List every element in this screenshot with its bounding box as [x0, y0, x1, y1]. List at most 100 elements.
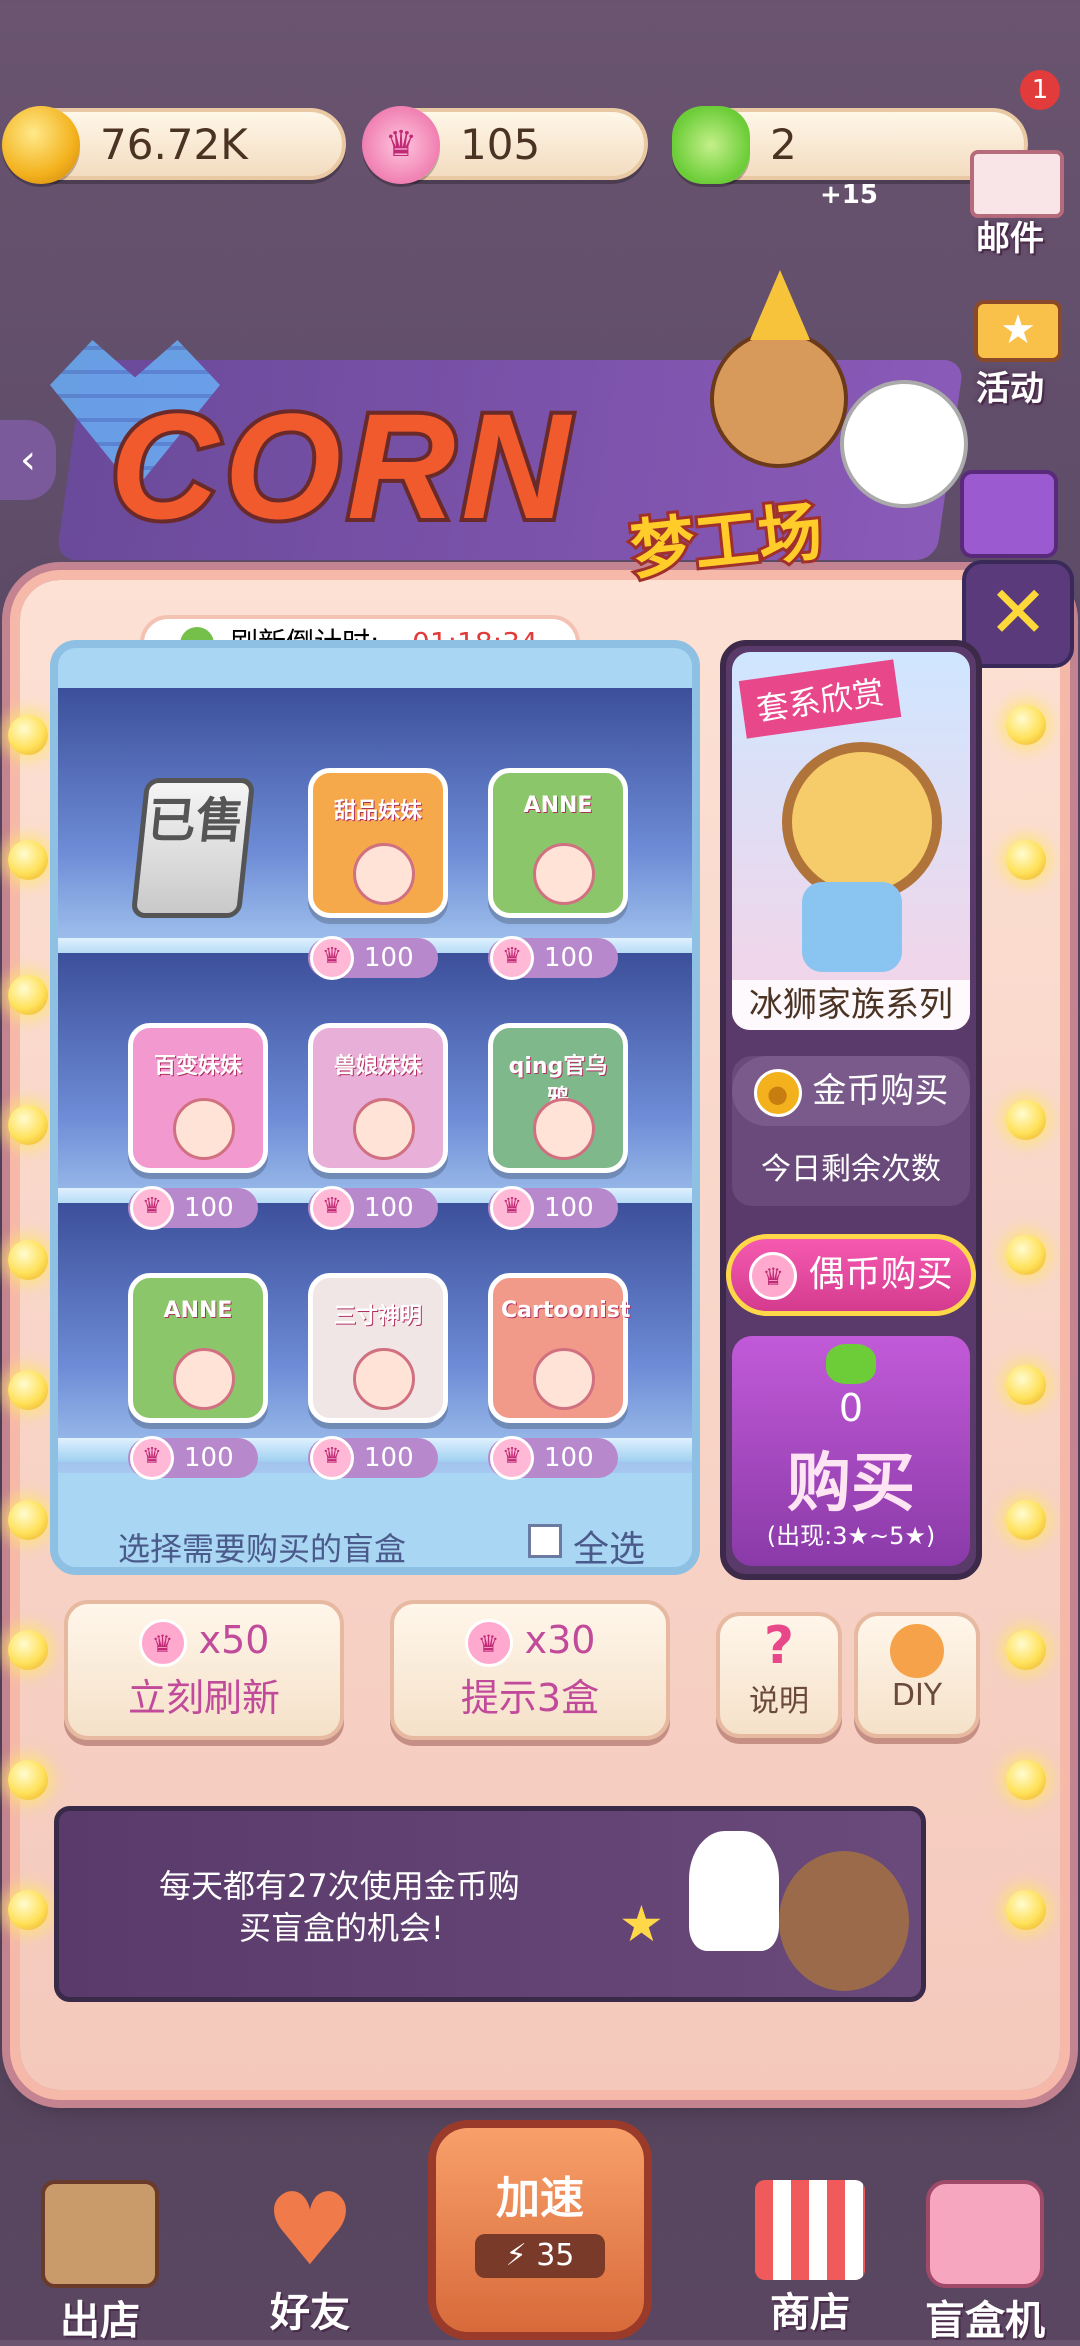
shop-out-label: 出店	[60, 2298, 140, 2344]
select-all-label[interactable]: 全选	[573, 1520, 645, 1567]
hint-three-boxes-button[interactable]: ♛ x30 提示3盒	[390, 1600, 670, 1740]
series-preview-card[interactable]: 套系欣赏 冰狮家族系列	[732, 652, 970, 1030]
select-all-checkbox[interactable]	[528, 1524, 562, 1558]
lion-doll-icon	[782, 742, 942, 902]
activity-button[interactable]: ★ 活动	[950, 300, 1070, 410]
energy-count: 35	[536, 2238, 575, 2273]
doll-coin-counter[interactable]: ♛ 105	[362, 106, 648, 184]
banner-text-line2: 买盲盒的机会!	[239, 1909, 444, 1947]
shop-out-button[interactable]: 出店	[20, 2180, 180, 2344]
blindbox-item[interactable]: qing官乌鸦	[488, 1023, 628, 1173]
gift-box-icon[interactable]	[960, 470, 1058, 558]
purchase-column: 套系欣赏 冰狮家族系列 ● 金币购买 今日剩余次数 ♛ 偶币购买 0 购买 (出…	[720, 640, 982, 1580]
light-bulb	[1006, 1365, 1046, 1405]
blindbox-machine-label: 盲盒机	[925, 2298, 1045, 2344]
doll-face-icon	[173, 1098, 235, 1160]
frog-gem-icon	[826, 1344, 876, 1384]
light-bulb	[8, 1240, 48, 1280]
speed-up-button[interactable]: 加速 ⚡ 35	[428, 2120, 652, 2340]
light-bulb	[1006, 1890, 1046, 1930]
crown-icon: ♛	[749, 1252, 798, 1300]
diy-button[interactable]: DIY	[854, 1612, 980, 1738]
crown-icon: ♛	[130, 1186, 174, 1230]
price-value: 100	[184, 1443, 234, 1473]
friends-button[interactable]: ♥ 好友	[230, 2171, 390, 2337]
star-icon: ★	[619, 1895, 664, 1953]
crown-icon: ♛	[490, 1186, 534, 1230]
refresh-now-button[interactable]: ♛ x50 立刻刷新	[64, 1600, 344, 1740]
store-label: 商店	[770, 2290, 850, 2336]
blindbox-item[interactable]: 百变妹妹	[128, 1023, 268, 1173]
corn-logo: CORN	[106, 378, 576, 554]
banner-text-line1: 每天都有27次使用金币购	[159, 1867, 520, 1905]
price-tag: ♛ 100	[488, 936, 618, 980]
crown-icon: ♛	[464, 1618, 513, 1667]
light-bulb	[1006, 1100, 1046, 1140]
price-tag: ♛ 100	[308, 936, 438, 980]
doll-face-icon	[533, 843, 595, 905]
crown-icon: ♛	[310, 936, 354, 980]
coin-value: 76.72K	[100, 120, 248, 169]
coin-buy-button[interactable]: ● 金币购买	[732, 1056, 970, 1126]
doll-face-icon	[533, 1348, 595, 1410]
crown-icon: ♛	[490, 936, 534, 980]
price-tag: ♛ 100	[308, 1186, 438, 1230]
envelope-icon	[970, 150, 1064, 218]
bear-magician-icon	[779, 1851, 909, 1991]
blindbox-label: 三寸神明	[333, 1304, 422, 1329]
blindbox-item[interactable]: Cartoonist	[488, 1273, 630, 1423]
light-bulb	[8, 1370, 48, 1410]
refresh-cost: x50	[198, 1618, 270, 1662]
close-button[interactable]: ✕	[962, 560, 1074, 668]
doll-face-icon	[533, 1098, 595, 1160]
diy-label: DIY	[891, 1678, 943, 1713]
dream-factory-title: 梦工场	[624, 492, 829, 592]
blindbox-item[interactable]: 兽娘妹妹	[308, 1023, 448, 1173]
party-hat-icon	[750, 270, 810, 340]
doll-buy-label: 偶币购买	[808, 1254, 953, 1295]
coin-counter[interactable]: 76.72K	[2, 106, 346, 184]
corn-logo-sign: CORN 梦工场	[50, 270, 968, 592]
crown-icon: ♛	[310, 1436, 354, 1480]
sold-label: 已售	[144, 793, 247, 849]
light-bulb	[8, 1760, 48, 1800]
mail-button[interactable]: 1 邮件	[950, 70, 1070, 260]
treasure-star-icon: ★	[974, 300, 1062, 362]
doll-face-icon	[353, 843, 415, 905]
bear-mascot	[710, 330, 848, 468]
blindbox-label: 甜品妹妹	[333, 799, 422, 824]
series-name: 冰狮家族系列	[732, 980, 970, 1030]
activity-label: 活动	[976, 369, 1044, 409]
blindbox-item[interactable]: 甜品妹妹	[308, 768, 448, 918]
heart-icon: ♥	[265, 2171, 355, 2288]
left-arrow-button[interactable]: ‹	[0, 420, 56, 500]
blindbox-item[interactable]: ANNE	[488, 768, 628, 918]
blindbox-item[interactable]: ANNE	[128, 1273, 268, 1423]
plus-badge: +15	[820, 180, 878, 210]
crown-icon: ♛	[362, 106, 440, 184]
price-value: 100	[544, 943, 594, 973]
bee-mascot-icon	[890, 1624, 944, 1678]
store-button[interactable]: 商店	[730, 2180, 890, 2336]
coin-buy-label: 金币购买	[812, 1071, 949, 1111]
help-button[interactable]: ? 说明	[716, 1612, 842, 1738]
blindbox-machine-button[interactable]: 盲盒机	[900, 2180, 1070, 2344]
price-tag: ♛ 100	[128, 1186, 258, 1230]
light-bulb	[8, 975, 48, 1015]
doll-coin-buy-button[interactable]: ♛ 偶币购买	[726, 1234, 976, 1316]
energy-counter: ⚡ 35	[475, 2234, 605, 2278]
coin-buy-panel: ● 金币购买 今日剩余次数	[732, 1056, 970, 1206]
blindbox-item[interactable]: 三寸神明	[308, 1273, 448, 1423]
price-value: 100	[364, 1443, 414, 1473]
lion-body	[802, 882, 902, 972]
mail-badge: 1	[1020, 70, 1060, 110]
light-bulb	[8, 1500, 48, 1540]
mail-label: 邮件	[976, 219, 1044, 259]
price-tag: ♛ 100	[488, 1436, 618, 1480]
buy-button[interactable]: 0 购买 (出现:3★~5★)	[732, 1336, 970, 1566]
price-tag: ♛ 100	[308, 1436, 438, 1480]
doll-coin-value: 105	[460, 120, 541, 169]
lightning-icon: ⚡	[505, 2238, 527, 2273]
light-bulb	[1006, 1760, 1046, 1800]
buy-label: 购买	[787, 1447, 915, 1521]
